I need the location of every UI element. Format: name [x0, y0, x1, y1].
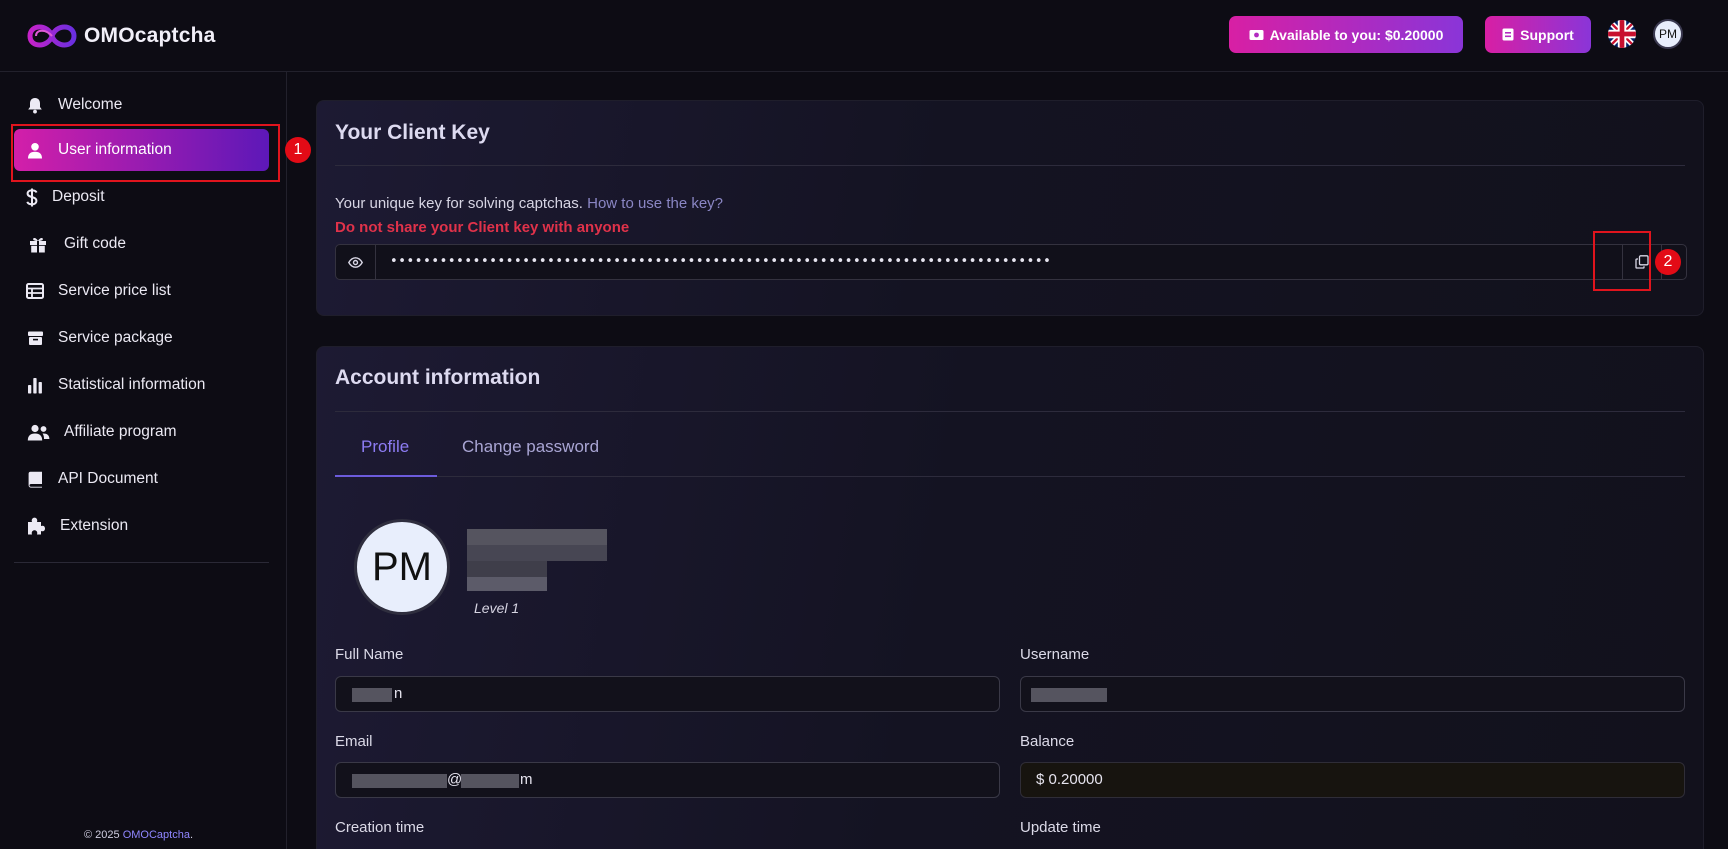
username-field[interactable] — [1020, 676, 1685, 712]
puzzle-icon — [24, 515, 48, 537]
active-tab-indicator — [335, 475, 437, 477]
client-key-description: Your unique key for solving captchas. Ho… — [335, 195, 723, 212]
sidebar: Welcome User information Deposit Gift co… — [0, 72, 287, 849]
sidebar-item-label: Affiliate program — [64, 423, 177, 440]
brand-logo[interactable]: OMOcaptcha — [24, 18, 216, 54]
footer-copyright: © 2025 — [84, 829, 123, 841]
sidebar-divider — [14, 562, 269, 563]
client-key-value: ••••••••••••••••••••••••••••••••••••••••… — [390, 254, 1052, 269]
email-label: Email — [335, 733, 373, 750]
client-key-title: Your Client Key — [335, 121, 490, 144]
sidebar-footer: © 2025 OMOCaptcha. — [84, 829, 193, 841]
balance-button[interactable]: Available to you: $0.20000 — [1229, 16, 1463, 53]
creation-time-label: Creation time — [335, 819, 425, 836]
support-doc-icon — [1502, 28, 1514, 41]
sidebar-item-gift-code[interactable]: Gift code — [14, 223, 269, 265]
redacted-mask — [352, 688, 392, 702]
sidebar-item-extension[interactable]: Extension — [14, 505, 269, 547]
tab-change-password[interactable]: Change password — [462, 437, 599, 457]
full-name-label: Full Name — [335, 646, 404, 663]
sidebar-item-label: Gift code — [64, 235, 127, 252]
profile-avatar-initials: PM — [372, 544, 432, 589]
sidebar-item-api-document[interactable]: API Document — [14, 458, 269, 500]
full-name-value: n — [394, 685, 403, 702]
toggle-visibility-button[interactable] — [336, 245, 376, 279]
email-value-end: m — [520, 771, 533, 788]
user-avatar-button[interactable]: PM — [1653, 19, 1683, 49]
logo-icon — [27, 24, 77, 48]
users-icon — [24, 421, 52, 443]
sidebar-item-welcome[interactable]: Welcome — [14, 84, 269, 126]
avatar-initials: PM — [1659, 27, 1677, 41]
update-time-label: Update time — [1020, 819, 1101, 836]
sidebar-item-label: API Document — [58, 470, 158, 487]
sidebar-item-affiliate-program[interactable]: Affiliate program — [14, 411, 269, 453]
balance-label: Balance — [1020, 733, 1075, 750]
annotation-box-1 — [11, 124, 280, 182]
client-key-card: Your Client Key Your unique key for solv… — [316, 100, 1704, 316]
redacted-mask — [352, 774, 447, 788]
box-icon — [24, 327, 46, 349]
gift-icon — [24, 233, 52, 255]
annotation-number-1: 1 — [285, 137, 311, 163]
sidebar-item-label: Statistical information — [58, 376, 206, 393]
tab-divider — [335, 476, 1685, 477]
email-field[interactable]: @ m — [335, 762, 1000, 798]
eye-icon — [348, 256, 363, 268]
book-icon — [24, 468, 46, 490]
client-key-field: ••••••••••••••••••••••••••••••••••••••••… — [335, 244, 1687, 280]
redacted-mask — [461, 774, 519, 788]
balance-button-label: Available to you: $0.20000 — [1269, 26, 1444, 43]
card-divider — [335, 165, 1685, 166]
bell-icon — [24, 94, 46, 116]
table-icon — [24, 280, 46, 302]
sidebar-item-label: Deposit — [52, 188, 105, 205]
full-name-field[interactable]: n — [335, 676, 1000, 712]
balance-field: $ 0.20000 — [1020, 762, 1685, 798]
sidebar-item-label: Extension — [60, 517, 129, 534]
client-key-warning: Do not share your Client key with anyone — [335, 219, 630, 236]
description-text: Your unique key for solving captchas. — [335, 195, 583, 212]
sidebar-item-statistical-information[interactable]: Statistical information — [14, 364, 269, 406]
sidebar-item-deposit[interactable]: Deposit — [14, 176, 269, 218]
balance-value: $ 0.20000 — [1036, 771, 1103, 788]
tab-profile[interactable]: Profile — [361, 437, 409, 457]
sidebar-item-service-price-list[interactable]: Service price list — [14, 270, 269, 312]
dollar-icon — [24, 186, 40, 208]
brand-name: OMOcaptcha — [84, 24, 216, 47]
account-info-card: Account information Profile Change passw… — [316, 346, 1704, 849]
sidebar-item-service-package[interactable]: Service package — [14, 317, 269, 359]
sidebar-item-label: Service price list — [58, 282, 171, 299]
footer-period: . — [189, 829, 194, 841]
redacted-mask — [1031, 688, 1107, 702]
support-button-label: Support — [1520, 26, 1574, 43]
profile-avatar: PM — [354, 519, 450, 615]
card-divider — [335, 411, 1685, 412]
annotation-number-2: 2 — [1655, 249, 1681, 275]
top-bar: OMOcaptcha Available to you: $0.20000 Su… — [0, 0, 1728, 72]
how-to-use-key-link[interactable]: How to use the key? — [587, 195, 723, 212]
support-button[interactable]: Support — [1485, 16, 1591, 53]
email-at-sign: @ — [447, 771, 463, 788]
user-level: Level 1 — [474, 600, 520, 616]
sidebar-item-label: Service package — [58, 329, 173, 346]
chart-icon — [24, 374, 46, 396]
footer-brand-link[interactable]: OMOCaptcha — [123, 829, 190, 841]
money-icon — [1249, 29, 1264, 40]
annotation-box-2 — [1593, 231, 1651, 291]
sidebar-item-label: Welcome — [58, 96, 123, 113]
account-info-title: Account information — [335, 366, 541, 389]
username-label: Username — [1020, 646, 1090, 663]
language-flag-uk-icon[interactable] — [1608, 20, 1636, 48]
